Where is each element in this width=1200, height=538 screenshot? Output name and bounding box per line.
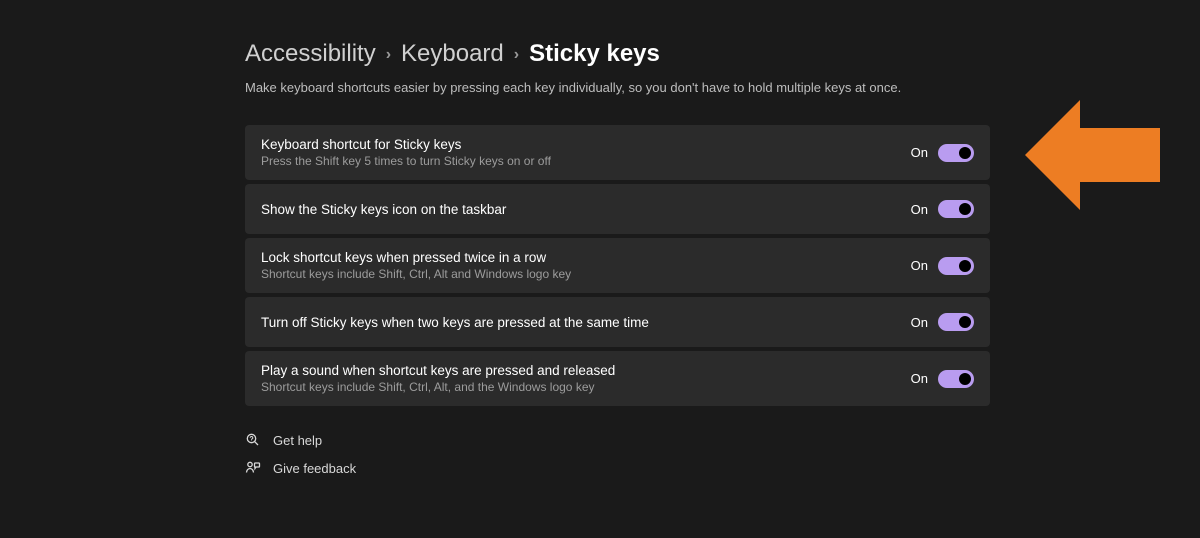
get-help-link[interactable]: Get help — [245, 432, 990, 448]
footer-link-label: Get help — [273, 433, 322, 448]
feedback-icon — [245, 460, 261, 476]
setting-title: Keyboard shortcut for Sticky keys — [261, 137, 551, 152]
toggle-switch[interactable] — [938, 257, 974, 275]
toggle-state-label: On — [911, 315, 928, 330]
toggle-state-label: On — [911, 145, 928, 160]
setting-title: Show the Sticky keys icon on the taskbar — [261, 202, 506, 217]
settings-list: Keyboard shortcut for Sticky keys Press … — [245, 125, 990, 406]
page-title: Sticky keys — [529, 40, 660, 68]
footer-link-label: Give feedback — [273, 461, 356, 476]
setting-title: Lock shortcut keys when pressed twice in… — [261, 250, 571, 265]
setting-lock-shortcut[interactable]: Lock shortcut keys when pressed twice in… — [245, 238, 990, 293]
footer-links: Get help Give feedback — [245, 432, 990, 476]
toggle-switch[interactable] — [938, 370, 974, 388]
setting-subtitle: Shortcut keys include Shift, Ctrl, Alt, … — [261, 380, 615, 394]
chevron-right-icon: › — [514, 46, 519, 64]
toggle-switch[interactable] — [938, 144, 974, 162]
setting-title: Play a sound when shortcut keys are pres… — [261, 363, 615, 378]
setting-subtitle: Shortcut keys include Shift, Ctrl, Alt a… — [261, 267, 571, 281]
give-feedback-link[interactable]: Give feedback — [245, 460, 990, 476]
toggle-switch[interactable] — [938, 313, 974, 331]
toggle-state-label: On — [911, 202, 928, 217]
setting-play-sound[interactable]: Play a sound when shortcut keys are pres… — [245, 351, 990, 406]
callout-arrow — [1025, 100, 1160, 210]
chevron-right-icon: › — [386, 46, 391, 64]
breadcrumb: Accessibility › Keyboard › Sticky keys — [245, 40, 990, 68]
setting-taskbar-icon[interactable]: Show the Sticky keys icon on the taskbar… — [245, 184, 990, 234]
breadcrumb-item-accessibility[interactable]: Accessibility — [245, 40, 376, 68]
toggle-state-label: On — [911, 258, 928, 273]
toggle-switch[interactable] — [938, 200, 974, 218]
breadcrumb-item-keyboard[interactable]: Keyboard — [401, 40, 504, 68]
setting-title: Turn off Sticky keys when two keys are p… — [261, 315, 649, 330]
help-icon — [245, 432, 261, 448]
setting-turn-off-two-keys[interactable]: Turn off Sticky keys when two keys are p… — [245, 297, 990, 347]
page-description: Make keyboard shortcuts easier by pressi… — [245, 80, 990, 95]
toggle-state-label: On — [911, 371, 928, 386]
setting-shortcut-sticky-keys[interactable]: Keyboard shortcut for Sticky keys Press … — [245, 125, 990, 180]
setting-subtitle: Press the Shift key 5 times to turn Stic… — [261, 154, 551, 168]
